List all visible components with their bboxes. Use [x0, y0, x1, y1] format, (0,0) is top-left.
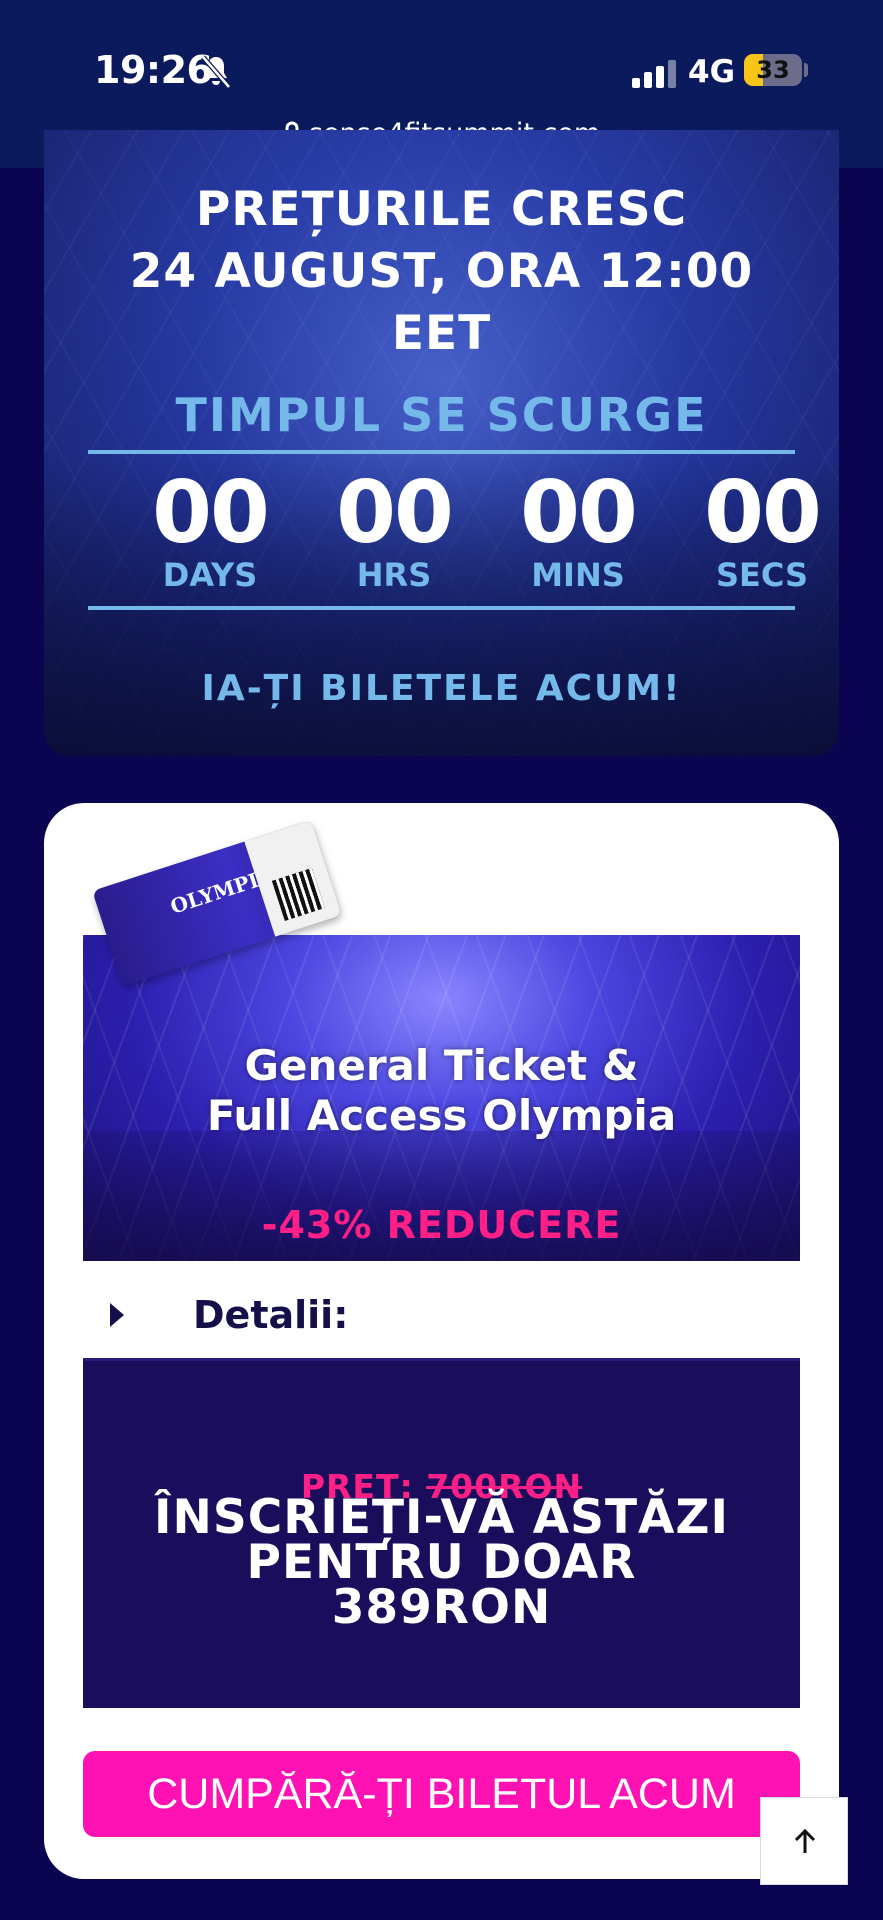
countdown-seconds: 00 SECS [677, 470, 839, 594]
scroll-to-top-button[interactable] [760, 1797, 848, 1885]
details-toggle[interactable]: Detalii: [110, 1291, 710, 1341]
countdown-seconds-value: 00 [704, 463, 822, 563]
countdown-top-rule [88, 450, 795, 454]
price-box: PREȚ: 700RON ÎNSCRIEȚI-VĂ ASTĂZI PENTRU … [83, 1358, 800, 1708]
arrow-up-icon [794, 1828, 816, 1853]
cellular-signal-icon [632, 58, 676, 88]
countdown-minutes-label: MINS [531, 556, 625, 594]
countdown-hours: 00 HRS [309, 470, 479, 594]
banner-title: General Ticket & Full Access Olympia [83, 1041, 800, 1141]
countdown-days-label: DAYS [162, 556, 258, 594]
banner-discount: -43% REDUCERE [261, 1203, 622, 1247]
price-increase-line-2: 24 AUGUST, ORA 12:00 [129, 244, 754, 299]
battery-tip [804, 63, 808, 77]
countdown-hero: PREȚURILE CRESC 24 AUGUST, ORA 12:00 EET… [44, 130, 839, 756]
countdown-hours-value: 00 [336, 463, 454, 563]
countdown-minutes-value: 00 [520, 463, 638, 563]
ticket-banner-image: General Ticket & Full Access Olympia -43… [83, 935, 800, 1261]
promo-price-text: ÎNSCRIEȚI-VĂ ASTĂZI PENTRU DOAR 389RON [83, 1490, 800, 1635]
caret-right-icon [110, 1303, 124, 1327]
countdown-title: TIMPUL SE SCURGE [175, 388, 708, 442]
network-type: 4G [688, 54, 736, 90]
status-time: 19:26 [94, 48, 213, 92]
ticket-card: General Ticket & Full Access Olympia -43… [44, 803, 839, 1879]
battery-icon: 33 [744, 54, 802, 86]
promo-price-line-1: ÎNSCRIEȚI-VĂ ASTĂZI [154, 1490, 729, 1545]
details-label: Detalii: [193, 1293, 349, 1337]
price-increase-line-1: PREȚURILE CRESC [195, 182, 688, 237]
battery-level: 33 [756, 56, 790, 84]
bell-muted-icon [201, 55, 231, 89]
countdown-hours-label: HRS [356, 556, 432, 594]
promo-price-line-2: PENTRU DOAR [246, 1535, 637, 1590]
buy-ticket-button[interactable]: CUMPĂRĂ-ȚI BILETUL ACUM [83, 1751, 800, 1837]
countdown-days-value: 00 [152, 463, 270, 563]
countdown-days: 00 DAYS [125, 470, 295, 594]
banner-title-line-2: Full Access Olympia [206, 1091, 677, 1140]
price-increase-line-3: EET [391, 306, 492, 361]
banner-title-line-1: General Ticket & [244, 1041, 639, 1090]
countdown-minutes: 00 MINS [493, 470, 663, 594]
promo-price-line-3: 389RON [331, 1580, 552, 1635]
get-tickets-link[interactable]: IA-ȚI BILETELE ACUM! [44, 668, 839, 709]
countdown-bottom-rule [88, 606, 795, 610]
